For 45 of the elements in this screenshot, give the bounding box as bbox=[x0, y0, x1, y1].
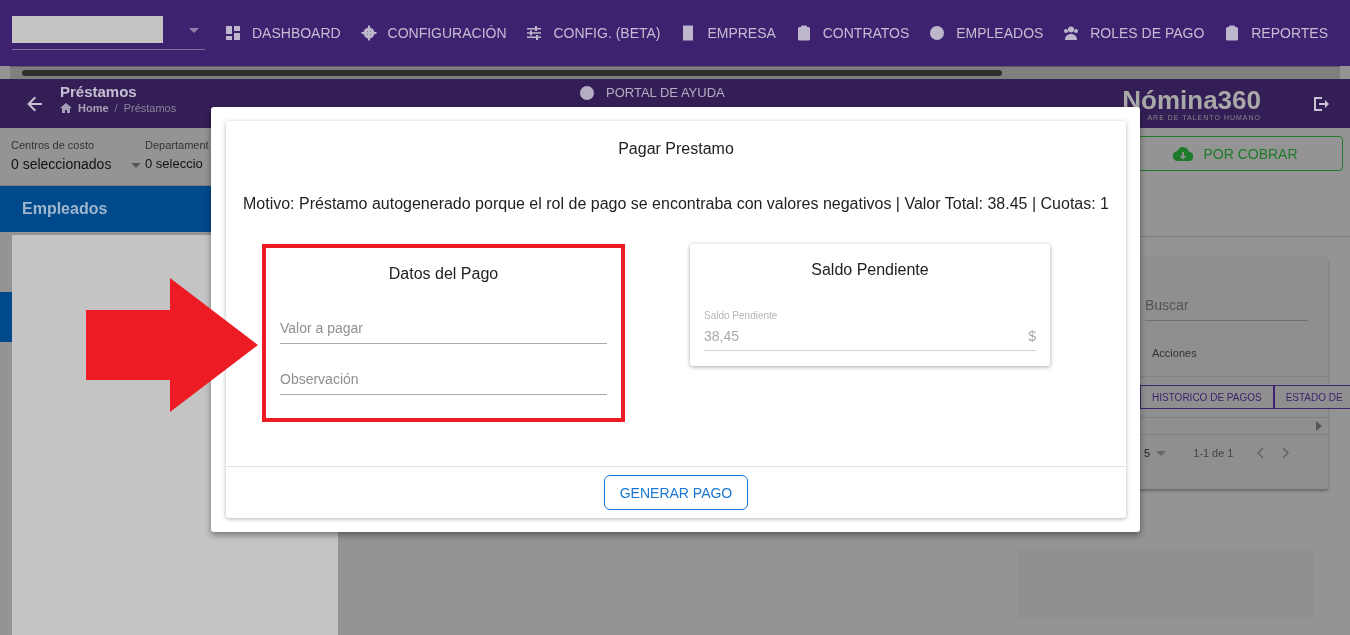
help-portal-link[interactable]: PORTAL DE AYUDA bbox=[606, 85, 725, 100]
selected-item-marker bbox=[0, 292, 12, 342]
page-range: 1-1 de 1 bbox=[1193, 447, 1234, 459]
filter-label: Centros de costo bbox=[11, 139, 96, 151]
cloud-download-icon bbox=[1173, 146, 1194, 161]
card-title: Datos del Pago bbox=[387, 265, 500, 283]
dialog-title: Pagar Prestamo bbox=[618, 140, 734, 158]
row-action-button[interactable]: HISTORICO DE PAGOS bbox=[1140, 385, 1273, 409]
people-icon bbox=[1063, 25, 1080, 41]
nav-link[interactable]: CONFIG. (BETA) bbox=[526, 25, 661, 41]
logout-icon[interactable] bbox=[1313, 95, 1331, 112]
sliders-icon bbox=[526, 25, 543, 41]
column-header: Acciones bbox=[1152, 347, 1198, 359]
panel-title: Empleados bbox=[22, 200, 108, 218]
caret-icon bbox=[189, 28, 199, 33]
back-arrow-icon[interactable] bbox=[27, 95, 43, 112]
breadcrumb-link[interactable]: Home bbox=[78, 102, 109, 114]
company-select[interactable] bbox=[12, 16, 205, 50]
rows-per-page-select[interactable]: 5 bbox=[1144, 447, 1151, 459]
dashboard-icon bbox=[225, 25, 241, 41]
nav-link[interactable]: EMPRESA bbox=[680, 25, 776, 41]
filter-label: Departament bbox=[145, 139, 209, 151]
filter-select[interactable]: 0 seleccionados bbox=[11, 156, 145, 172]
logo-text: Nómina360 bbox=[1122, 86, 1261, 114]
breadcrumb-separator: / bbox=[114, 102, 118, 114]
card-title: Saldo Pendiente bbox=[810, 261, 930, 279]
reason-text: Motivo: Préstamo autogenerado porque el rol de pago se encontraba con valores negativos | Valor Total: 38.45 | Cuotas: 1 bbox=[242, 195, 1109, 213]
nav-link[interactable]: REPORTES bbox=[1224, 25, 1328, 41]
filter-select[interactable]: 0 seleccio bbox=[145, 156, 209, 171]
row-action-button[interactable]: ESTADO DE bbox=[1272, 385, 1350, 409]
clipboard-icon bbox=[795, 25, 812, 41]
horizontal-scrollbar[interactable] bbox=[10, 66, 1340, 79]
caret-icon bbox=[1156, 450, 1167, 456]
nav-link[interactable]: CONFIGURACIÓN bbox=[360, 25, 507, 41]
clipboard-icon bbox=[1224, 25, 1241, 41]
caret-icon bbox=[131, 163, 141, 168]
nav-link[interactable]: EMPLEADOS bbox=[929, 25, 1044, 41]
scroll-right-icon[interactable] bbox=[1316, 421, 1322, 431]
breadcrumb-current: Préstamos bbox=[123, 102, 177, 114]
nav-link[interactable]: ROLES DE PAGO bbox=[1063, 25, 1205, 41]
home-icon bbox=[60, 103, 72, 113]
generate-payment-button[interactable]: GENERAR PAGO bbox=[603, 475, 749, 510]
nav-link[interactable]: CONTRATOS bbox=[795, 25, 910, 41]
nav-link[interactable]: DASHBOARD bbox=[225, 25, 341, 41]
page-title: Préstamos bbox=[60, 83, 138, 100]
